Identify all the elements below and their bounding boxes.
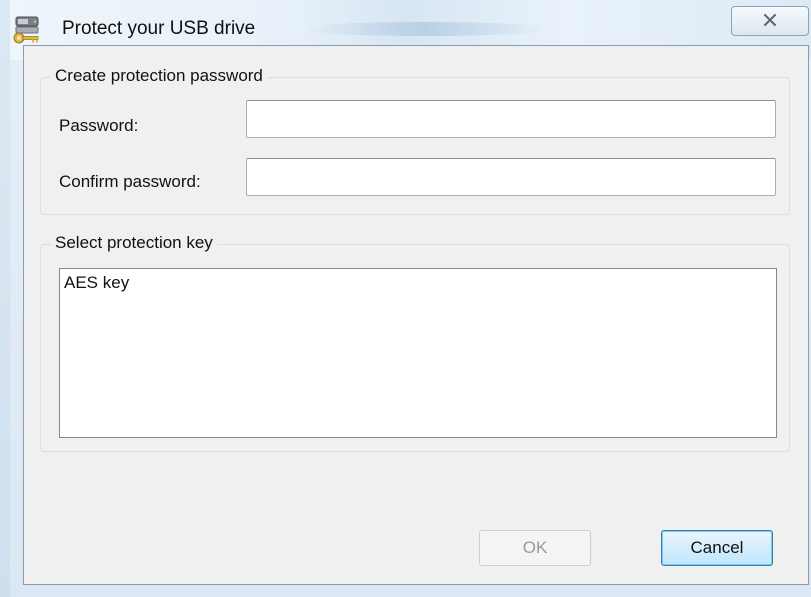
list-item-aes-key[interactable]: AES key: [64, 273, 129, 293]
confirm-password-label: Confirm password:: [59, 172, 201, 191]
dialog-client-area: Create protection password Password: Con…: [23, 45, 809, 585]
window-frame-edge: [0, 0, 10, 597]
dialog-window: Protect your USB drive Create protection…: [0, 0, 811, 597]
protection-key-listbox[interactable]: AES key: [59, 268, 777, 438]
close-button[interactable]: [731, 6, 809, 36]
close-icon: [762, 12, 778, 31]
cancel-button[interactable]: Cancel: [661, 530, 773, 566]
password-input[interactable]: [246, 100, 776, 138]
confirm-password-input[interactable]: [246, 158, 776, 196]
password-group-label: Create protection password: [51, 66, 267, 86]
key-group-label: Select protection key: [51, 233, 217, 253]
usb-key-icon: [10, 14, 42, 46]
window-title: Protect your USB drive: [62, 18, 256, 39]
ok-button[interactable]: OK: [479, 530, 591, 566]
password-label: Password:: [59, 116, 139, 135]
